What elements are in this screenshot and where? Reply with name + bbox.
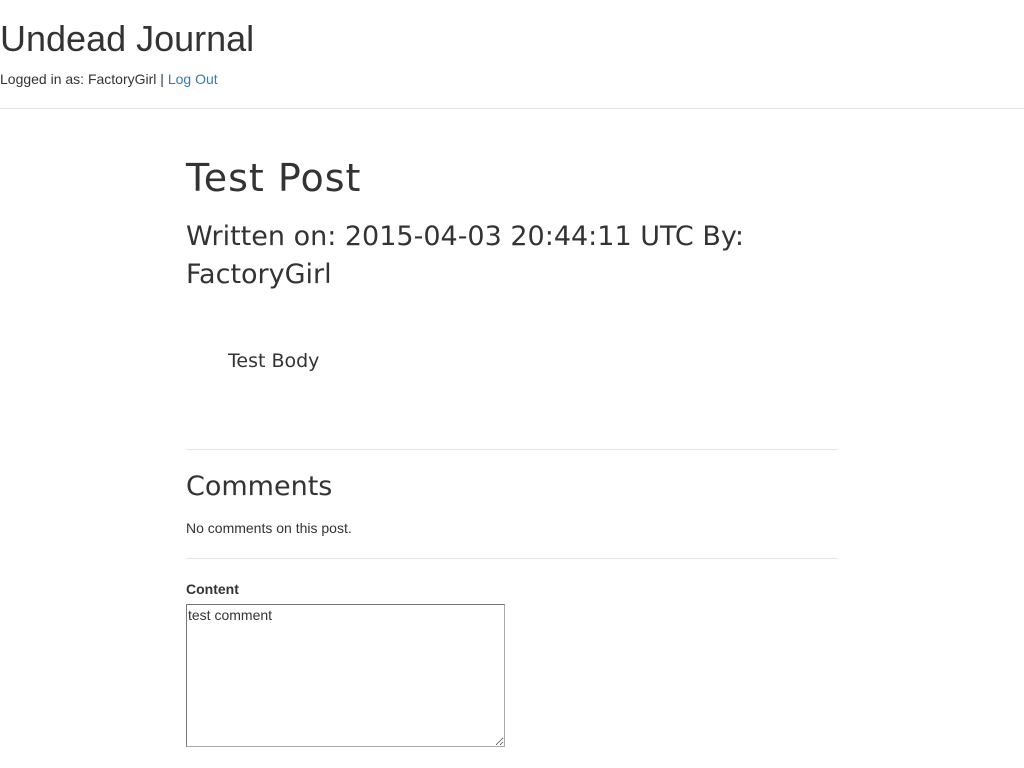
login-status: Logged in as: FactoryGirl | Log Out — [0, 70, 218, 88]
logout-link[interactable]: Log Out — [168, 71, 218, 87]
divider — [186, 449, 838, 450]
post-body: Test Body — [228, 350, 320, 372]
content-label: Content — [186, 581, 239, 597]
post-title: Test Post — [186, 156, 362, 200]
post-meta: Written on: 2015-04-03 20:44:11 UTC By: … — [186, 221, 744, 290]
no-comments-message: No comments on this post. — [186, 520, 352, 536]
separator: | — [156, 71, 168, 87]
comment-content-textarea[interactable]: test comment — [186, 604, 505, 747]
logged-in-text: Logged in as: FactoryGirl — [0, 71, 157, 87]
site-title: Undead Journal — [0, 18, 255, 59]
divider — [186, 558, 838, 559]
comments-heading: Comments — [186, 471, 333, 502]
site-header: Undead Journal Logged in as: FactoryGirl… — [0, 0, 1024, 109]
